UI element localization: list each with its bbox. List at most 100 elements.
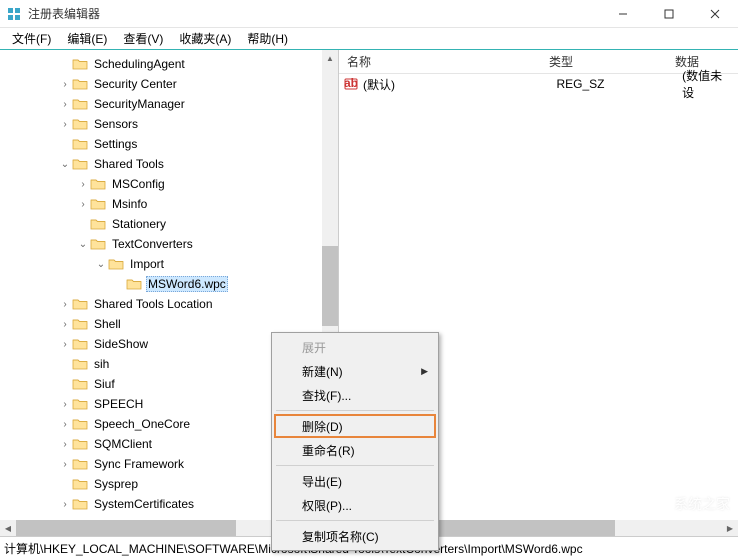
tree-item-label: Shared Tools <box>92 156 166 172</box>
window-buttons <box>600 0 738 28</box>
tree-item-label: TextConverters <box>110 236 195 252</box>
expand-icon[interactable]: › <box>76 199 90 210</box>
app-icon <box>6 6 22 22</box>
tree-item[interactable]: › Msinfo <box>4 194 338 214</box>
context-menu: 展开 新建(N)▶ 查找(F)... 删除(D) 重命名(R) 导出(E) 权限… <box>271 332 439 551</box>
submenu-arrow-icon: ▶ <box>421 366 428 377</box>
expand-icon[interactable]: › <box>58 419 72 430</box>
tree-item-label: SystemCertificates <box>92 496 196 512</box>
tree-item[interactable]: SchedulingAgent <box>4 54 338 74</box>
tree-item-label: SchedulingAgent <box>92 56 187 72</box>
ctx-rename[interactable]: 重命名(R) <box>274 438 436 462</box>
column-type[interactable]: 类型 <box>541 50 667 74</box>
folder-icon <box>72 297 88 311</box>
collapse-icon[interactable]: ⌄ <box>76 239 90 250</box>
expand-icon[interactable]: › <box>58 119 72 130</box>
folder-icon <box>90 197 106 211</box>
expand-icon[interactable]: › <box>58 99 72 110</box>
expand-icon[interactable]: › <box>58 459 72 470</box>
tree-item-label: sih <box>92 356 111 372</box>
ctx-copy-key-name[interactable]: 复制项名称(C) <box>274 524 436 548</box>
tree-item[interactable]: › MSConfig <box>4 174 338 194</box>
scroll-thumb[interactable] <box>16 520 236 536</box>
scroll-right-button[interactable]: ▶ <box>722 520 738 536</box>
collapse-icon[interactable]: ⌄ <box>94 259 108 270</box>
folder-icon <box>72 77 88 91</box>
tree-item[interactable]: ⌄ Import <box>4 254 338 274</box>
menu-file[interactable]: 文件(F) <box>4 28 59 49</box>
ctx-permissions[interactable]: 权限(P)... <box>274 493 436 517</box>
menu-help[interactable]: 帮助(H) <box>239 28 296 49</box>
folder-icon <box>72 97 88 111</box>
expand-icon[interactable]: › <box>76 179 90 190</box>
tree-item[interactable]: › Shell <box>4 314 338 334</box>
expand-icon[interactable]: › <box>58 399 72 410</box>
folder-icon <box>72 437 88 451</box>
svg-text:ab: ab <box>344 77 358 90</box>
expand-icon[interactable]: › <box>58 499 72 510</box>
folder-icon <box>72 57 88 71</box>
folder-icon <box>72 337 88 351</box>
tree-item-label: Msinfo <box>110 196 149 212</box>
tree-item-label: SideShow <box>92 336 150 352</box>
column-name[interactable]: 名称 <box>339 50 541 74</box>
tree-item[interactable]: MSWord6.wpc <box>4 274 338 294</box>
tree-item-label: MSWord6.wpc <box>146 276 228 292</box>
ctx-new[interactable]: 新建(N)▶ <box>274 359 436 383</box>
values-header: 名称 类型 数据 <box>339 50 738 74</box>
tree-item-label: Security Center <box>92 76 179 92</box>
tree-item[interactable]: ⌄ Shared Tools <box>4 154 338 174</box>
folder-icon <box>72 497 88 511</box>
tree-item-label: Speech_OneCore <box>92 416 192 432</box>
folder-icon <box>72 157 88 171</box>
close-button[interactable] <box>692 0 738 28</box>
tree-item[interactable]: Settings <box>4 134 338 154</box>
tree-item-label: Shell <box>92 316 123 332</box>
menu-edit[interactable]: 编辑(E) <box>59 28 115 49</box>
tree-item-label: Shared Tools Location <box>92 296 215 312</box>
scroll-thumb[interactable] <box>322 246 338 326</box>
expand-icon[interactable]: › <box>58 299 72 310</box>
ctx-delete[interactable]: 删除(D) <box>274 414 436 438</box>
collapse-icon[interactable]: ⌄ <box>58 159 72 170</box>
tree-item[interactable]: ›Sensors <box>4 114 338 134</box>
folder-icon <box>72 457 88 471</box>
expand-icon[interactable]: › <box>58 79 72 90</box>
folder-icon <box>72 117 88 131</box>
tree-item-label: Sysprep <box>92 476 140 492</box>
tree-item[interactable]: Stationery <box>4 214 338 234</box>
value-row[interactable]: ab (默认) REG_SZ (数值未设 <box>339 74 738 94</box>
folder-icon <box>72 317 88 331</box>
tree-item-label: Settings <box>92 136 139 152</box>
menu-favorites[interactable]: 收藏夹(A) <box>171 28 239 49</box>
tree-item[interactable]: › Shared Tools Location <box>4 294 338 314</box>
menu-view[interactable]: 查看(V) <box>115 28 171 49</box>
tree-item[interactable]: ⌄ TextConverters <box>4 234 338 254</box>
scroll-left-button[interactable]: ◀ <box>0 520 16 536</box>
string-value-icon: ab <box>343 77 359 91</box>
maximize-button[interactable] <box>646 0 692 28</box>
tree-item-label: SecurityManager <box>92 96 187 112</box>
tree-item[interactable]: › SecurityManager <box>4 94 338 114</box>
minimize-button[interactable] <box>600 0 646 28</box>
folder-icon <box>126 277 142 291</box>
expand-icon[interactable]: › <box>58 319 72 330</box>
folder-icon <box>72 417 88 431</box>
scroll-up-button[interactable]: ▲ <box>322 50 338 66</box>
folder-icon <box>72 137 88 151</box>
expand-icon[interactable]: › <box>58 439 72 450</box>
ctx-find[interactable]: 查找(F)... <box>274 383 436 407</box>
folder-icon <box>72 477 88 491</box>
tree-item-label: Sync Framework <box>92 456 186 472</box>
tree-item-label: Import <box>128 256 166 272</box>
tree-item-label: MSConfig <box>110 176 167 192</box>
value-name: (默认) <box>363 76 557 93</box>
ctx-export[interactable]: 导出(E) <box>274 469 436 493</box>
tree-item[interactable]: › Security Center <box>4 74 338 94</box>
value-data: (数值未设 <box>682 67 734 101</box>
expand-icon[interactable]: › <box>58 339 72 350</box>
folder-icon <box>90 177 106 191</box>
folder-icon <box>72 377 88 391</box>
folder-icon <box>72 397 88 411</box>
ctx-expand: 展开 <box>274 335 436 359</box>
